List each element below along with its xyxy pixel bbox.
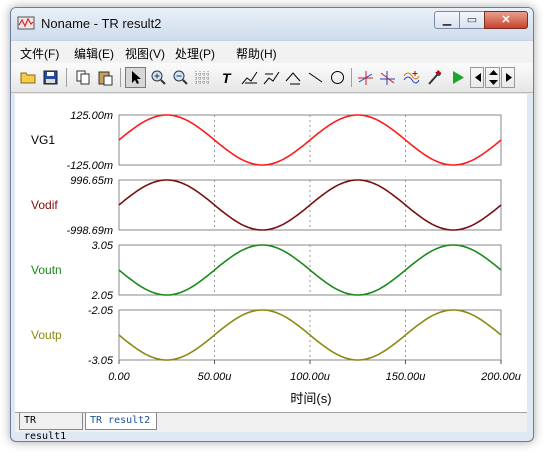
x-axis-label: 时间(s) bbox=[290, 391, 331, 406]
y-bottom-label: -125.00m bbox=[67, 160, 113, 172]
trace-name-vg1: VG1 bbox=[31, 133, 55, 147]
x-tick-label: 100.00u bbox=[290, 371, 330, 383]
app-icon bbox=[17, 16, 35, 30]
nav-right-icon[interactable] bbox=[501, 67, 515, 88]
y-top-label: 996.65m bbox=[70, 175, 113, 187]
close-button[interactable]: ✕ bbox=[484, 11, 528, 29]
menu-help[interactable]: 帮助(H) bbox=[236, 45, 277, 62]
zoom-out-icon[interactable] bbox=[170, 67, 191, 88]
copy-icon[interactable] bbox=[73, 67, 94, 88]
main-window: Noname - TR result2 ▁ ▭ ✕ 文件(F) 编辑(E) 视图… bbox=[10, 7, 534, 442]
x-tick-label: 50.00u bbox=[198, 371, 232, 383]
trace-name-voutp: Voutp bbox=[31, 328, 62, 342]
y-top-label: 3.05 bbox=[92, 240, 114, 252]
tab-tr-result2[interactable]: TR result2 bbox=[85, 413, 157, 430]
y-bottom-label: -3.05 bbox=[88, 355, 114, 367]
zoom-in-icon[interactable] bbox=[148, 67, 169, 88]
grid-icon[interactable] bbox=[192, 67, 213, 88]
menu-bar: 文件(F) 编辑(E) 视图(V) 处理(P) 帮助(H) bbox=[11, 40, 533, 63]
circle-icon[interactable] bbox=[327, 67, 348, 88]
toolbar-separator bbox=[66, 68, 67, 87]
trace-name-voutn: Voutn bbox=[31, 263, 62, 277]
run-icon[interactable] bbox=[447, 67, 468, 88]
toolbar-separator bbox=[120, 68, 121, 87]
cursor-tool-c-icon[interactable] bbox=[283, 67, 304, 88]
x-tick-label: 0.00 bbox=[108, 371, 130, 383]
marker-b-icon[interactable] bbox=[377, 67, 398, 88]
tab-tr-result1[interactable]: TR result1 bbox=[19, 413, 83, 441]
tab-bar: TR result1 TR result2 bbox=[15, 412, 527, 441]
menu-process[interactable]: 处理(P) bbox=[175, 45, 215, 62]
pointer-icon[interactable] bbox=[125, 67, 146, 88]
maximize-button[interactable]: ▭ bbox=[459, 11, 485, 29]
cursor-tool-b-icon[interactable] bbox=[261, 67, 282, 88]
toolbar: T bbox=[11, 63, 533, 93]
wave-icon[interactable] bbox=[401, 67, 422, 88]
cursor-tool-a-icon[interactable] bbox=[239, 67, 260, 88]
toolbar-separator bbox=[351, 68, 352, 87]
y-top-label: 125.00m bbox=[70, 110, 113, 122]
marker-a-icon[interactable] bbox=[355, 67, 376, 88]
probe-icon[interactable] bbox=[424, 67, 445, 88]
menu-view[interactable]: 视图(V) bbox=[125, 45, 165, 62]
y-bottom-label: 2.05 bbox=[91, 290, 114, 302]
x-tick-label: 200.00u bbox=[480, 371, 521, 383]
save-icon[interactable] bbox=[40, 67, 61, 88]
title-bar[interactable]: Noname - TR result2 ▁ ▭ ✕ bbox=[11, 8, 533, 40]
nav-updown-icon[interactable] bbox=[485, 67, 500, 88]
plot-area[interactable]: 125.00m -125.00m VG1 996.65m -998.69m Vodif 3.… bbox=[15, 94, 527, 412]
y-top-label: -2.05 bbox=[88, 305, 114, 317]
open-folder-icon[interactable] bbox=[18, 67, 39, 88]
paste-icon[interactable] bbox=[95, 67, 116, 88]
y-bottom-label: -998.69m bbox=[67, 225, 113, 237]
line-icon[interactable] bbox=[305, 67, 326, 88]
text-icon[interactable]: T bbox=[217, 67, 238, 88]
menu-edit[interactable]: 编辑(E) bbox=[74, 45, 114, 62]
transient-chart: 125.00m -125.00m VG1 996.65m -998.69m Vodif 3.… bbox=[31, 110, 521, 406]
x-tick-label: 150.00u bbox=[386, 371, 426, 383]
trace-name-vodif: Vodif bbox=[31, 198, 58, 212]
svg-text:T: T bbox=[222, 70, 232, 86]
nav-left-icon[interactable] bbox=[470, 67, 484, 88]
minimize-button[interactable]: ▁ bbox=[434, 11, 460, 29]
window-title: Noname - TR result2 bbox=[41, 16, 162, 31]
menu-file[interactable]: 文件(F) bbox=[20, 45, 59, 62]
